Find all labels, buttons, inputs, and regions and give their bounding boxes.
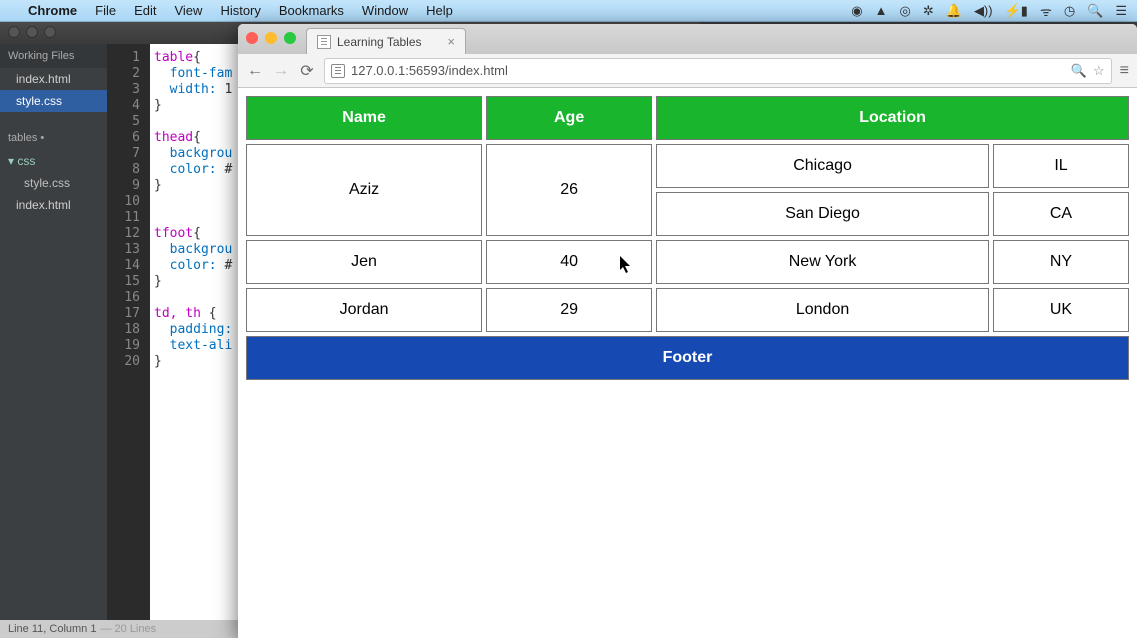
menubar-item-help[interactable]: Help xyxy=(426,3,453,18)
reload-button[interactable]: ⟳ xyxy=(298,61,316,81)
cell-name: Jen xyxy=(246,240,482,284)
mac-menubar: Chrome File Edit View History Bookmarks … xyxy=(0,0,1137,22)
table-row: Jordan 29 London UK xyxy=(246,288,1129,332)
th-location: Location xyxy=(656,96,1129,140)
url-text: 127.0.0.1:56593/index.html xyxy=(351,63,508,78)
status-line-count: — 20 Lines xyxy=(100,623,156,635)
chrome-menu-button[interactable]: ≡ xyxy=(1120,62,1129,80)
chrome-tab-strip: Learning Tables × xyxy=(238,24,1137,54)
clock-icon[interactable]: ◷ xyxy=(1064,3,1075,19)
project-file-style[interactable]: style.css xyxy=(0,172,107,194)
project-header[interactable]: tables • xyxy=(0,126,107,150)
chrome-window: Learning Tables × ← → ⟳ 127.0.0.1:56593/… xyxy=(238,24,1137,638)
menubar-status-icons: ◉ ▲ ◎ ✲ 🔔 ◀)) ⚡▮ ᯤ ◷ 🔍 ☰ xyxy=(851,2,1127,20)
record-icon[interactable]: ◉ xyxy=(851,3,862,19)
page-icon xyxy=(331,64,345,78)
cell-city: San Diego xyxy=(656,192,989,236)
working-files-header: Working Files xyxy=(0,44,107,68)
table-row: Jen 40 New York NY xyxy=(246,240,1129,284)
working-file-index[interactable]: index.html xyxy=(0,68,107,90)
editor-min-icon[interactable] xyxy=(26,26,38,38)
back-button[interactable]: ← xyxy=(246,62,264,80)
editor-sidebar: Working Files index.html style.css table… xyxy=(0,44,108,620)
menu-icon[interactable]: ☰ xyxy=(1115,3,1127,19)
wifi-icon[interactable]: ᯤ xyxy=(1040,2,1052,20)
address-bar[interactable]: 127.0.0.1:56593/index.html 🔍 ☆ xyxy=(324,58,1112,84)
editor-max-icon[interactable] xyxy=(44,26,56,38)
zoom-icon[interactable]: 🔍 xyxy=(1071,63,1087,79)
chrome-close-icon[interactable] xyxy=(246,32,258,44)
th-name: Name xyxy=(246,96,482,140)
table-head: Name Age Location xyxy=(246,96,1129,140)
cell-region: CA xyxy=(993,192,1129,236)
battery-icon[interactable]: ⚡▮ xyxy=(1005,3,1028,19)
editor-close-icon[interactable] xyxy=(8,26,20,38)
tab-title: Learning Tables xyxy=(337,35,422,49)
notifications-icon[interactable]: 🔔 xyxy=(946,3,962,19)
th-age: Age xyxy=(486,96,652,140)
tab-close-icon[interactable]: × xyxy=(447,34,455,49)
page-viewport: Name Age Location Aziz 26 Chicago IL San… xyxy=(238,88,1137,638)
cell-city: New York xyxy=(656,240,989,284)
table-row: Aziz 26 Chicago IL xyxy=(246,144,1129,188)
cell-region: IL xyxy=(993,144,1129,188)
status-cursor-pos: Line 11, Column 1 xyxy=(8,623,96,635)
cell-name: Aziz xyxy=(246,144,482,236)
menubar-item-file[interactable]: File xyxy=(95,3,116,18)
chrome-max-icon[interactable] xyxy=(284,32,296,44)
table-footer: Footer xyxy=(246,336,1129,380)
cell-region: UK xyxy=(993,288,1129,332)
chrome-tab[interactable]: Learning Tables × xyxy=(306,28,466,54)
menubar-item-bookmarks[interactable]: Bookmarks xyxy=(279,3,344,18)
cell-region: NY xyxy=(993,240,1129,284)
drive-icon[interactable]: ▲ xyxy=(875,3,888,18)
menubar-item-edit[interactable]: Edit xyxy=(134,3,156,18)
working-file-style[interactable]: style.css xyxy=(0,90,107,112)
cc-icon[interactable]: ◎ xyxy=(900,3,911,19)
cell-age: 40 xyxy=(486,240,652,284)
chrome-min-icon[interactable] xyxy=(265,32,277,44)
dropbox-icon[interactable]: ✲ xyxy=(923,3,934,19)
favicon-icon xyxy=(317,35,331,49)
cell-age: 29 xyxy=(486,288,652,332)
volume-icon[interactable]: ◀)) xyxy=(974,3,993,19)
bookmark-icon[interactable]: ☆ xyxy=(1093,63,1105,79)
demo-table: Name Age Location Aziz 26 Chicago IL San… xyxy=(242,92,1133,384)
project-file-index[interactable]: index.html xyxy=(0,194,107,216)
chrome-toolbar: ← → ⟳ 127.0.0.1:56593/index.html 🔍 ☆ ≡ xyxy=(238,54,1137,88)
menubar-item-window[interactable]: Window xyxy=(362,3,408,18)
cell-city: London xyxy=(656,288,989,332)
menubar-appname[interactable]: Chrome xyxy=(28,3,77,18)
menubar-item-view[interactable]: View xyxy=(174,3,202,18)
cell-name: Jordan xyxy=(246,288,482,332)
cell-city: Chicago xyxy=(656,144,989,188)
cell-age: 26 xyxy=(486,144,652,236)
menubar-item-history[interactable]: History xyxy=(220,3,260,18)
editor-gutter: 1234567891011121314151617181920 xyxy=(108,44,150,620)
project-folder-css[interactable]: ▾ css xyxy=(0,150,107,172)
forward-button[interactable]: → xyxy=(272,62,290,80)
spotlight-icon[interactable]: 🔍 xyxy=(1087,3,1103,19)
